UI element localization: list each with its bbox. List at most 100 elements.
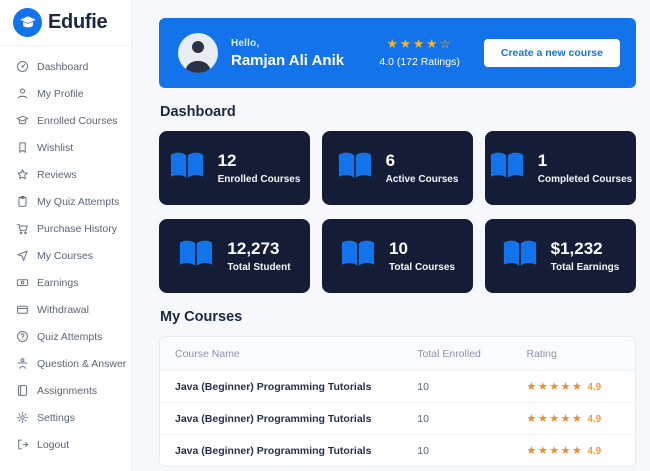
column-rating: Rating <box>512 337 636 371</box>
stat-card-text: $1,232 Total Earnings <box>551 240 620 273</box>
sidebar-item-label: My Quiz Attempts <box>37 196 119 208</box>
total-enrolled-cell: 10 <box>402 403 511 435</box>
dashboard-section-title: Dashboard <box>160 104 636 120</box>
banner-text: Hello, Ramjan Ali Anik <box>231 38 344 69</box>
create-course-button[interactable]: Create a new course <box>484 39 620 67</box>
sidebar-item-quiz-attempts[interactable]: Quiz Attempts <box>8 323 123 350</box>
stat-card-text: 12,273 Total Student <box>227 240 290 273</box>
rating-stars-icon: ★★★★☆ <box>379 38 460 51</box>
stat-value: 6 <box>386 152 459 169</box>
table-row: Java (Beginner) Programming Tutorials10★… <box>160 403 635 435</box>
clipboard-icon <box>16 195 29 208</box>
table-row: Java (Beginner) Programming Tutorials10★… <box>160 435 635 467</box>
sidebar-item-my-profile[interactable]: My Profile <box>8 80 123 107</box>
total-enrolled-cell: 10 <box>402 371 511 403</box>
open-book-icon <box>169 151 205 185</box>
sidebar-item-settings[interactable]: Settings <box>8 404 123 431</box>
rating-text: 4.0 (172 Ratings) <box>379 56 460 68</box>
rating-cell: ★★★★★4.9 <box>512 371 636 403</box>
sidebar-item-label: My Profile <box>37 88 84 100</box>
column-course-name: Course Name <box>160 337 402 371</box>
open-book-icon <box>337 151 373 185</box>
sidebar-item-label: Question & Answer <box>37 358 126 370</box>
course-name-cell[interactable]: Java (Beginner) Programming Tutorials <box>160 435 402 467</box>
sidebar-item-reviews[interactable]: Reviews <box>8 161 123 188</box>
stat-label: Active Courses <box>386 174 459 185</box>
logout-icon <box>16 438 29 451</box>
banner-right: ★★★★☆ 4.0 (172 Ratings) Create a new cou… <box>379 38 620 68</box>
stat-value: $1,232 <box>551 240 620 257</box>
sidebar-item-purchase-history[interactable]: Purchase History <box>8 215 123 242</box>
stat-label: Total Earnings <box>551 262 620 273</box>
stat-label: Total Student <box>227 262 290 273</box>
stat-card-text: 10 Total Courses <box>389 240 455 273</box>
table-row: Java (Beginner) Programming Tutorials10★… <box>160 371 635 403</box>
paper-plane-icon <box>16 249 29 262</box>
rating-value: 4.9 <box>587 382 601 393</box>
sidebar: Edufie Dashboard My Profile Enrolled Cours… <box>0 0 132 471</box>
sidebar-item-label: Quiz Attempts <box>37 331 102 343</box>
rating-value: 4.9 <box>587 414 601 425</box>
open-book-icon <box>489 151 525 185</box>
star-icon <box>16 168 29 181</box>
sidebar-item-label: Settings <box>37 412 75 424</box>
sidebar-item-label: Earnings <box>37 277 78 289</box>
sidebar-item-label: Enrolled Courses <box>37 115 118 127</box>
stat-card-total-student: 12,273 Total Student <box>159 219 310 293</box>
sidebar-item-label: Withdrawal <box>37 304 89 316</box>
question-answer-icon <box>16 357 29 370</box>
sidebar-item-question-answer[interactable]: Question & Answer <box>8 350 123 377</box>
rating-value: 4.9 <box>587 446 601 457</box>
column-total-enrolled: Total Enrolled <box>402 337 511 371</box>
sidebar-item-label: My Courses <box>37 250 93 262</box>
rating-stars-icon: ★★★★★ <box>527 380 584 393</box>
course-name-cell[interactable]: Java (Beginner) Programming Tutorials <box>160 371 402 403</box>
sidebar-item-label: Dashboard <box>37 61 88 73</box>
user-name: Ramjan Ali Anik <box>231 52 344 69</box>
sidebar-item-label: Reviews <box>37 169 77 181</box>
edufie-logo-icon <box>13 8 42 37</box>
courses-table: Course Name Total Enrolled Rating Java (… <box>159 336 636 467</box>
app-title: Edufie <box>48 11 107 34</box>
stat-card-active-courses: 6 Active Courses <box>322 131 473 205</box>
stat-card-completed-courses: 1 Completed Courses <box>485 131 636 205</box>
sidebar-item-label: Wishlist <box>37 142 73 154</box>
logo: Edufie <box>0 0 131 46</box>
gear-icon <box>16 411 29 424</box>
sidebar-item-wishlist[interactable]: Wishlist <box>8 134 123 161</box>
cart-icon <box>16 222 29 235</box>
user-icon <box>16 87 29 100</box>
stat-label: Total Courses <box>389 262 455 273</box>
sidebar-item-label: Assignments <box>37 385 97 397</box>
profile-banner: Hello, Ramjan Ali Anik ★★★★☆ 4.0 (172 Ra… <box>159 18 636 88</box>
stat-value: 12 <box>218 152 301 169</box>
stat-label: Enrolled Courses <box>218 174 301 185</box>
sidebar-menu: Dashboard My Profile Enrolled Courses Wishl… <box>0 53 131 458</box>
rating-cell: ★★★★★4.9 <box>512 435 636 467</box>
stat-value: 10 <box>389 240 455 257</box>
sidebar-item-my-courses[interactable]: My Courses <box>8 242 123 269</box>
stat-value: 12,273 <box>227 240 290 257</box>
sidebar-item-withdrawal[interactable]: Withdrawal <box>8 296 123 323</box>
table-header-row: Course Name Total Enrolled Rating <box>160 337 635 371</box>
total-enrolled-cell: 10 <box>402 435 511 467</box>
my-courses-section-title: My Courses <box>160 309 636 325</box>
course-name-cell[interactable]: Java (Beginner) Programming Tutorials <box>160 403 402 435</box>
sidebar-item-logout[interactable]: Logout <box>8 431 123 458</box>
sidebar-item-earnings[interactable]: Earnings <box>8 269 123 296</box>
bookmark-icon <box>16 141 29 154</box>
stat-card-text: 12 Enrolled Courses <box>218 152 301 185</box>
sidebar-item-my-quiz-attempts[interactable]: My Quiz Attempts <box>8 188 123 215</box>
sidebar-item-dashboard[interactable]: Dashboard <box>8 53 123 80</box>
open-book-icon <box>178 239 214 273</box>
open-book-icon <box>340 239 376 273</box>
stat-label: Completed Courses <box>538 174 632 185</box>
stat-card-total-earnings: $1,232 Total Earnings <box>485 219 636 293</box>
help-circle-icon <box>16 330 29 343</box>
stat-value: 1 <box>538 152 632 169</box>
avatar <box>178 33 218 73</box>
sidebar-item-assignments[interactable]: Assignments <box>8 377 123 404</box>
graduation-cap-icon <box>16 114 29 127</box>
sidebar-item-enrolled-courses[interactable]: Enrolled Courses <box>8 107 123 134</box>
stat-cards-grid: 12 Enrolled Courses 6 Active Courses 1 Comple… <box>159 131 636 293</box>
